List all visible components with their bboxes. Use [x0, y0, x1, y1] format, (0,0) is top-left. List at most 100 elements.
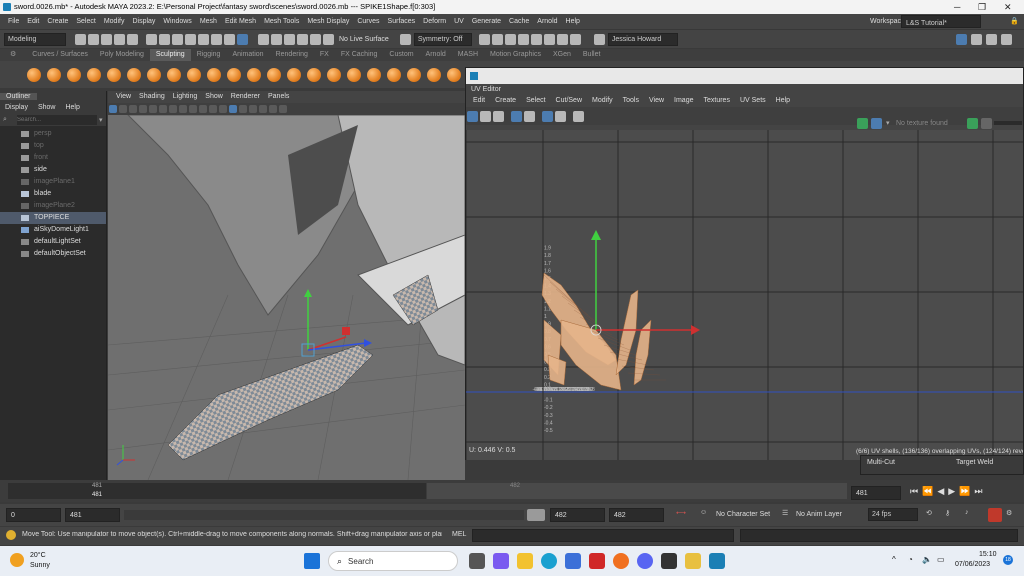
play-forward-icon[interactable]: ▶	[948, 486, 955, 497]
uv-exposure-icon[interactable]	[967, 118, 978, 129]
menu-curves[interactable]: Curves	[353, 14, 383, 29]
step-back-frame-icon[interactable]: ◀	[937, 486, 944, 497]
shelf-tab-bullet[interactable]: Bullet	[577, 49, 607, 61]
outliner-item-top[interactable]: top	[0, 140, 106, 152]
windows-start-icon[interactable]	[304, 553, 320, 569]
amplify-tool-icon[interactable]	[347, 67, 361, 82]
step-back-key-icon[interactable]: ⏪	[922, 486, 933, 497]
shelf-tab-poly-modeling[interactable]: Poly Modeling	[94, 49, 150, 61]
teams-chat-icon[interactable]	[493, 553, 509, 569]
clock-time[interactable]: 15:10	[979, 551, 997, 558]
menu-select[interactable]: Select	[72, 14, 99, 29]
step-forward-key-icon[interactable]: ⏩	[959, 486, 970, 497]
attribute-editor-icon[interactable]	[971, 34, 982, 45]
loop-icon[interactable]: ⟲	[926, 509, 932, 517]
misc-app-icon[interactable]	[685, 553, 701, 569]
mel-label[interactable]: MEL	[452, 531, 466, 538]
scene-start-field[interactable]: 0	[6, 508, 61, 522]
shelf-tab-rendering[interactable]: Rendering	[270, 49, 314, 61]
freeze-tool-icon[interactable]	[367, 67, 381, 82]
textured-icon[interactable]	[229, 105, 237, 113]
shelf-tab-fx[interactable]: FX	[314, 49, 335, 61]
key-icon[interactable]: ⚷	[945, 509, 950, 517]
outliner-item-blade[interactable]: blade	[0, 188, 106, 200]
anim-layer-label[interactable]: No Anim Layer	[796, 511, 842, 518]
foamy-tool-icon[interactable]	[147, 67, 161, 82]
checker-icon[interactable]	[871, 118, 882, 129]
arnold-pause-icon[interactable]	[569, 33, 581, 45]
menu-mesh-tools[interactable]: Mesh Tools	[260, 14, 303, 29]
outliner-menu-display[interactable]: Display	[0, 104, 33, 111]
stamp-tool-icon[interactable]	[447, 67, 461, 82]
history-icon[interactable]	[478, 33, 490, 45]
taskbar-search-box[interactable]: ⌕ Search	[328, 551, 458, 571]
spray-tool-icon[interactable]	[167, 67, 181, 82]
make-live-icon[interactable]	[323, 33, 334, 45]
repeat-tool-icon[interactable]	[187, 67, 201, 82]
playback-end-field[interactable]: 482	[550, 508, 605, 522]
film-gate-icon[interactable]	[159, 105, 167, 113]
uv-menu-view[interactable]: View	[644, 94, 669, 107]
relax-tool-icon[interactable]	[67, 67, 81, 82]
isolate-select-icon[interactable]	[269, 105, 277, 113]
sound-icon[interactable]: ♪	[965, 509, 969, 516]
pinch-tool-icon[interactable]	[107, 67, 121, 82]
outliner-item-persp[interactable]: persp	[0, 128, 106, 140]
mask-edge-icon[interactable]	[198, 33, 209, 45]
current-frame-field[interactable]: 481	[851, 486, 901, 500]
render-view-icon[interactable]	[543, 33, 555, 45]
outliner-item-objectset[interactable]: defaultObjectSet	[0, 248, 106, 260]
viewport-menu-lighting[interactable]: Lighting	[169, 91, 202, 103]
grab-tool-icon[interactable]	[87, 67, 101, 82]
outliner-item-front[interactable]: front	[0, 152, 106, 164]
go-to-start-icon[interactable]: ⏮	[910, 486, 918, 497]
render-current-frame-icon[interactable]	[491, 33, 503, 45]
mel-command-input[interactable]	[472, 529, 734, 542]
menu-windows[interactable]: Windows	[159, 14, 195, 29]
viewport-menu-view[interactable]: View	[112, 91, 135, 103]
menu-display[interactable]: Display	[128, 14, 159, 29]
outliner-item-lightset[interactable]: defaultLightSet	[0, 236, 106, 248]
uv-pixel-snap-icon[interactable]	[524, 110, 535, 122]
ambient-occlusion-icon[interactable]	[259, 105, 267, 113]
shelf-tab-rigging[interactable]: Rigging	[191, 49, 227, 61]
new-scene-icon[interactable]	[75, 33, 86, 45]
convert-freeze-icon[interactable]	[387, 67, 401, 82]
workspace-dropdown[interactable]: L&S Tutorial*	[901, 15, 981, 28]
uv-isolate-icon[interactable]	[555, 110, 566, 122]
ipr-render-icon[interactable]	[504, 33, 516, 45]
modeling-toolkit-icon[interactable]	[956, 34, 967, 45]
time-slider-track-left[interactable]	[8, 483, 426, 499]
uv-menu-tools[interactable]: Tools	[618, 94, 644, 107]
uv-snapshot-icon[interactable]	[573, 110, 584, 122]
outliner-search-input[interactable]	[17, 114, 97, 125]
open-scene-icon[interactable]	[88, 33, 99, 45]
image-plane-toggle-icon[interactable]	[139, 105, 147, 113]
range-slider-handle[interactable]	[527, 509, 545, 521]
grid-toggle-icon[interactable]	[149, 105, 157, 113]
wifi-icon[interactable]: ◔	[908, 555, 913, 564]
menu-modify[interactable]: Modify	[100, 14, 129, 29]
file-explorer-icon[interactable]	[517, 553, 533, 569]
fill-tool-icon[interactable]	[267, 67, 281, 82]
uv-menu-select[interactable]: Select	[521, 94, 550, 107]
select-hierarchy-icon[interactable]	[146, 33, 157, 45]
save-scene-icon[interactable]	[101, 33, 112, 45]
uv-menu-edit[interactable]: Edit	[468, 94, 490, 107]
knife-tool-icon[interactable]	[287, 67, 301, 82]
snap-projected-icon[interactable]	[297, 33, 308, 45]
outliner-item-side[interactable]: side	[0, 164, 106, 176]
weather-sun-icon[interactable]	[10, 553, 24, 567]
chevron-down-icon[interactable]: ▾	[886, 118, 890, 129]
shelf-tab-sculpting[interactable]: Sculpting	[149, 49, 191, 61]
mask-active-icon[interactable]	[237, 33, 248, 45]
menu-file[interactable]: File	[4, 14, 23, 29]
gate-mask-icon[interactable]	[179, 105, 187, 113]
shelf-tab-mash[interactable]: MASH	[452, 49, 484, 61]
mask-face-icon[interactable]	[211, 33, 222, 45]
target-weld-button[interactable]: Target Weld	[956, 459, 993, 466]
snap-point-icon[interactable]	[284, 33, 295, 45]
lights-icon[interactable]	[239, 105, 247, 113]
safe-action-icon[interactable]	[199, 105, 207, 113]
select-camera-icon[interactable]	[109, 105, 117, 113]
